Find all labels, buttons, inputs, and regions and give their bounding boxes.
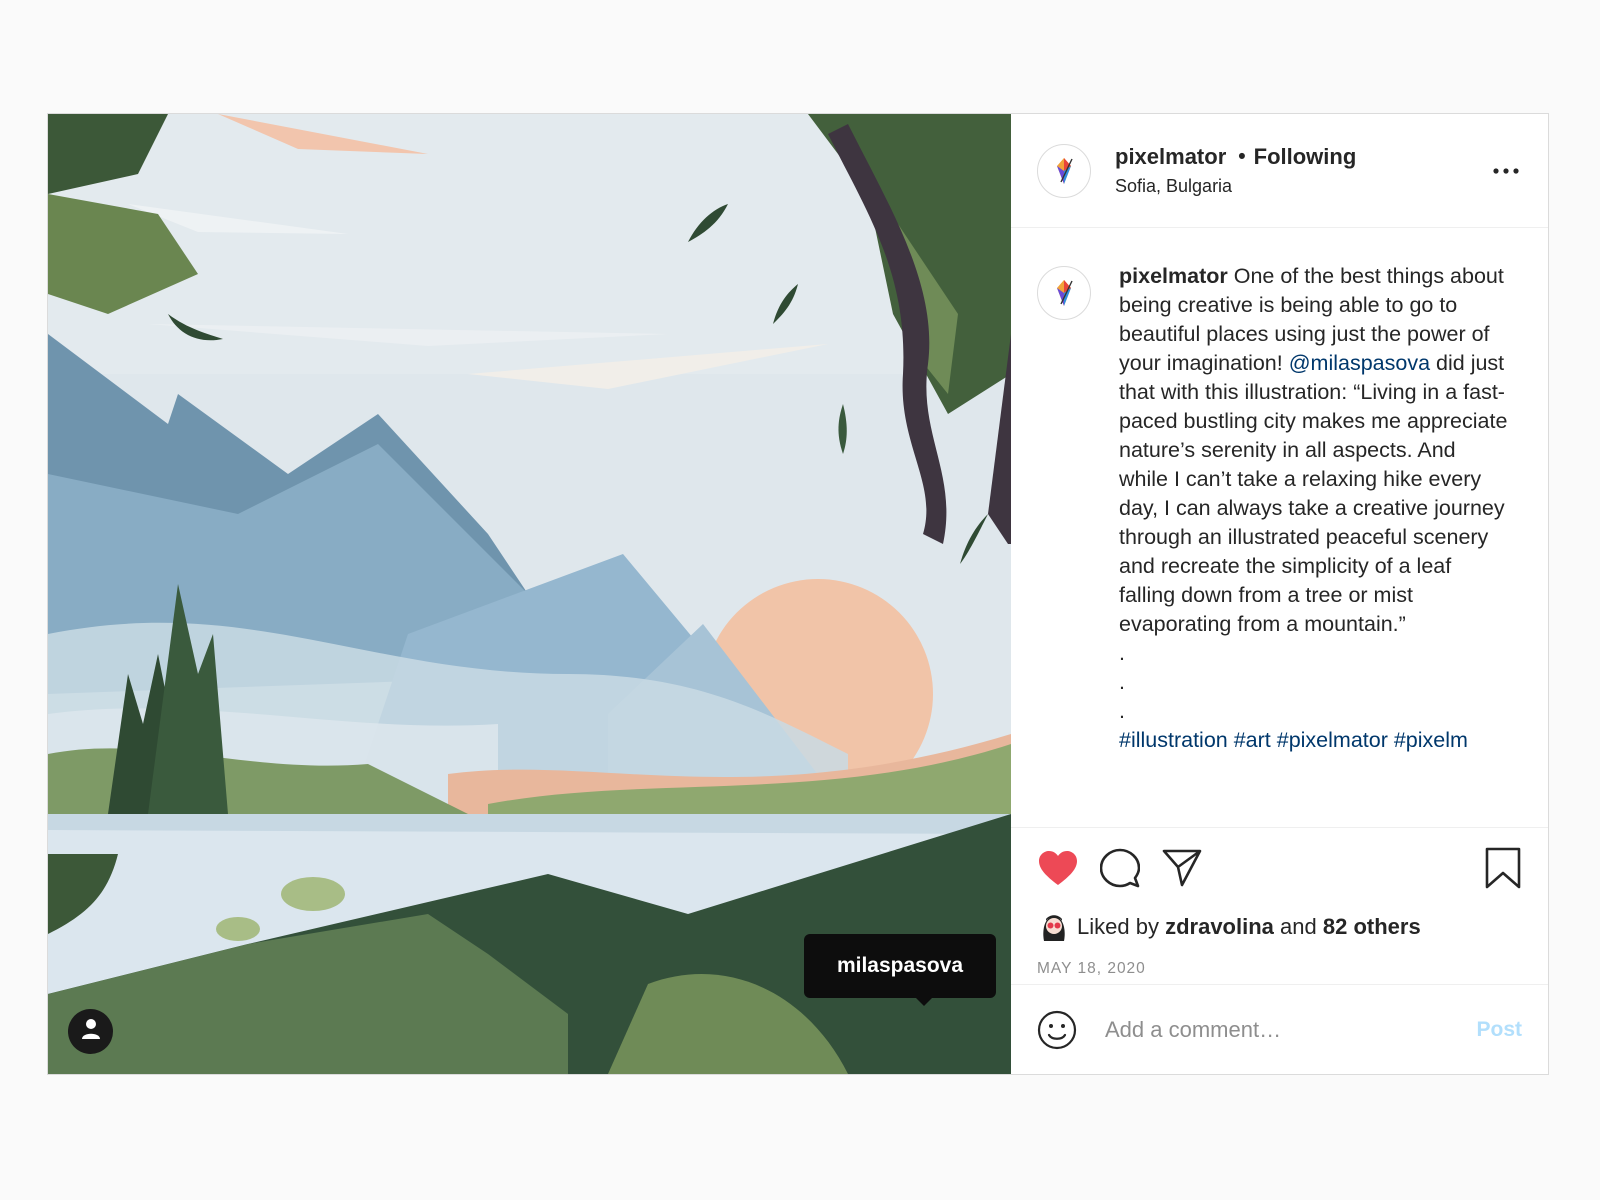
post-date[interactable]: MAY 18, 2020: [1011, 960, 1548, 978]
person-icon: [81, 1018, 101, 1045]
more-options-button[interactable]: [1488, 153, 1524, 189]
likes-others-link[interactable]: 82 others: [1323, 914, 1421, 940]
caption-dots: . . .: [1119, 639, 1509, 726]
caption-dot: .: [1119, 641, 1125, 665]
instagram-post: milaspasova pixelmator • Following Sofia…: [47, 113, 1549, 1075]
post-header: pixelmator • Following Sofia, Bulgaria: [1011, 114, 1548, 228]
caption-dot: .: [1119, 670, 1125, 694]
caption-mention-link[interactable]: @milaspasova: [1289, 351, 1430, 375]
liker-username[interactable]: zdravolina: [1165, 914, 1274, 940]
more-options-icon: [1493, 167, 1519, 174]
avatar-icon: [1043, 915, 1065, 941]
caption-dot: .: [1119, 699, 1125, 723]
comment-button[interactable]: [1097, 845, 1143, 891]
caption-author-avatar[interactable]: [1037, 266, 1091, 320]
caption-hashtags[interactable]: #illustration #art #pixelmator #pixelm: [1119, 726, 1509, 755]
pixelmator-logo-icon: [1057, 280, 1073, 306]
paper-plane-icon: [1162, 849, 1202, 887]
post-sidebar: pixelmator • Following Sofia, Bulgaria p…: [1011, 114, 1548, 1074]
pixelmator-logo-icon: [1057, 157, 1073, 184]
caption-text-part2: did just that with this illustration: “L…: [1119, 351, 1508, 636]
following-button[interactable]: Following: [1254, 144, 1357, 170]
post-comment-button[interactable]: Post: [1476, 1018, 1522, 1042]
user-tags-button[interactable]: [68, 1009, 113, 1054]
tag-username: milaspasova: [836, 954, 964, 977]
liker-avatar[interactable]: [1037, 910, 1071, 944]
emoji-button[interactable]: [1037, 1010, 1077, 1050]
speech-bubble-icon: [1100, 848, 1140, 888]
comment-input[interactable]: [1103, 1015, 1477, 1044]
comment-form: Post: [1011, 984, 1548, 1074]
likes-conjunction: and: [1280, 914, 1317, 939]
heart-filled-icon: [1039, 851, 1077, 885]
likes-summary: Liked by zdravolina and 82 others: [1011, 908, 1548, 946]
post-image[interactable]: milaspasova: [48, 114, 1011, 1074]
likes-prefix: Liked by: [1077, 914, 1159, 939]
comments-section[interactable]: pixelmator One of the best things about …: [1011, 228, 1548, 828]
user-tag-tooltip[interactable]: milaspasova: [804, 934, 996, 1006]
landscape-illustration: [48, 114, 1011, 1074]
post-location[interactable]: Sofia, Bulgaria: [1115, 176, 1488, 197]
save-button[interactable]: [1480, 845, 1526, 891]
separator-dot: •: [1238, 145, 1246, 168]
share-button[interactable]: [1159, 845, 1205, 891]
author-avatar[interactable]: [1037, 143, 1091, 198]
action-bar: [1011, 828, 1548, 908]
smiley-icon: [1037, 1010, 1077, 1049]
bookmark-icon: [1485, 847, 1521, 889]
post-caption: pixelmator One of the best things about …: [1119, 262, 1509, 827]
caption-username[interactable]: pixelmator: [1119, 264, 1228, 288]
like-button[interactable]: [1035, 845, 1081, 891]
author-username[interactable]: pixelmator: [1115, 144, 1226, 170]
